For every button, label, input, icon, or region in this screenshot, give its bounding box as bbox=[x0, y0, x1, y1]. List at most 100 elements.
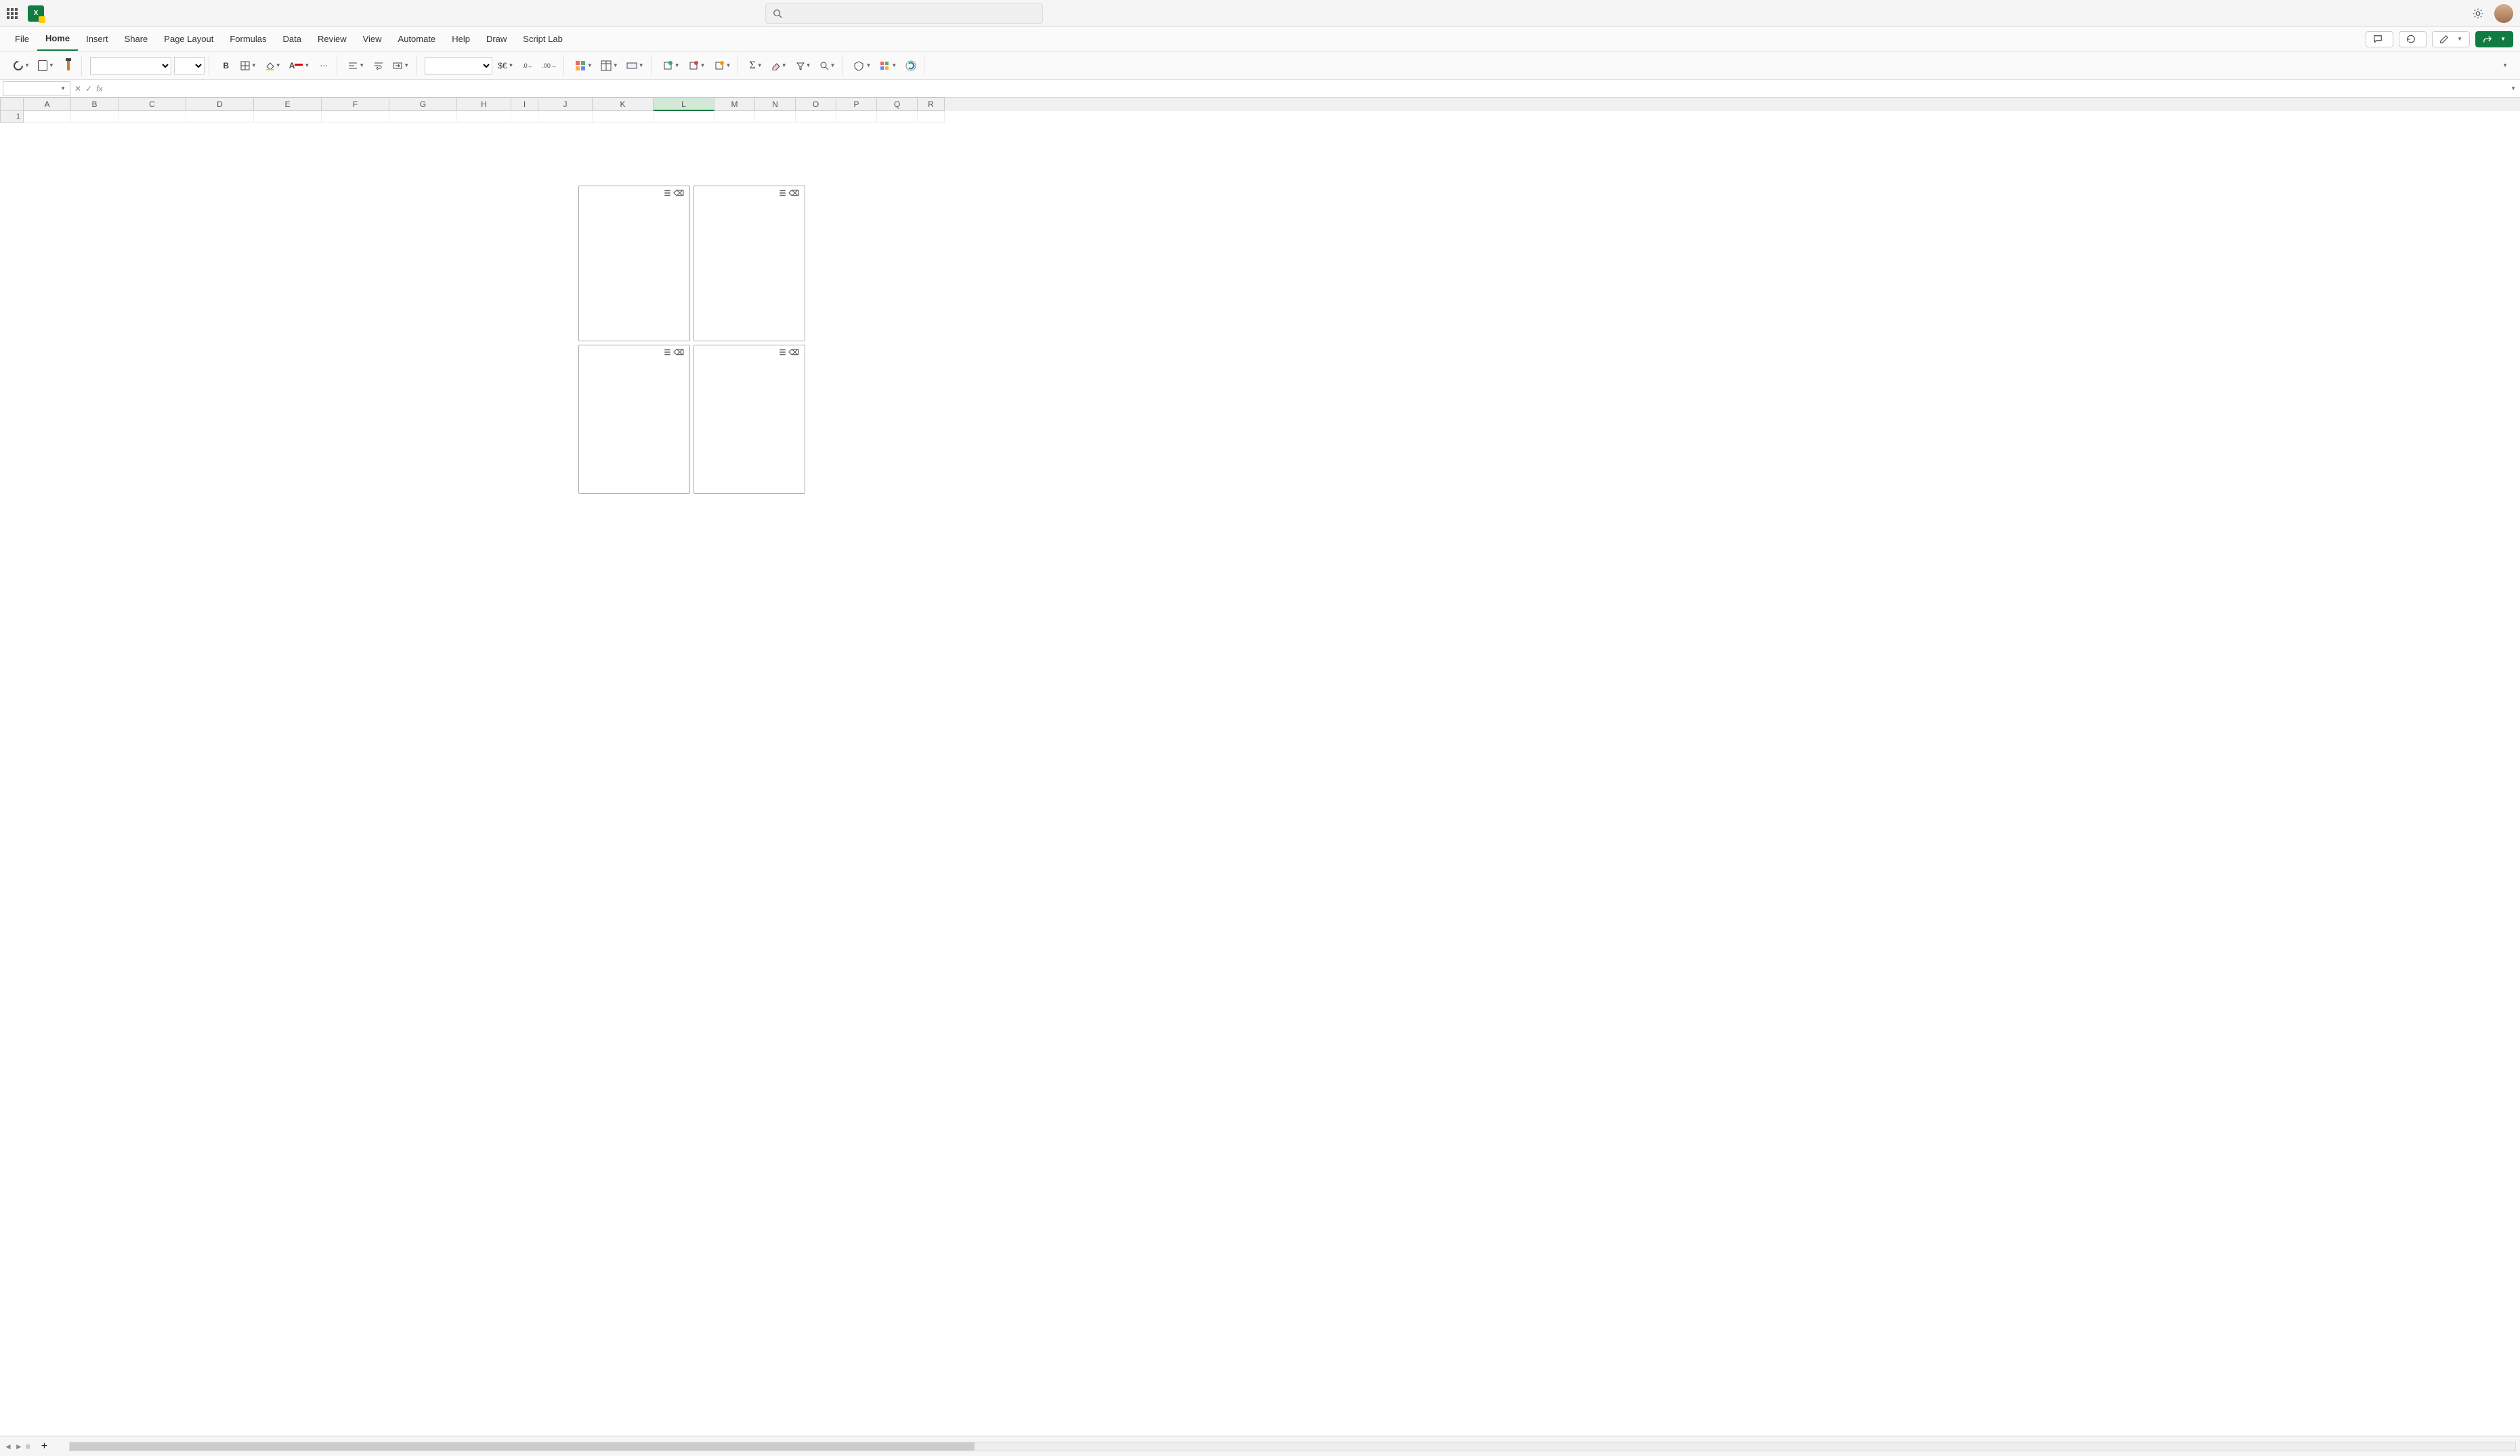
merge-button[interactable]: ▼ bbox=[390, 57, 412, 74]
cell[interactable] bbox=[538, 111, 593, 123]
multiselect-icon[interactable]: ☰ bbox=[780, 189, 786, 198]
clear-button[interactable]: ▼ bbox=[768, 57, 790, 74]
ribbon-tab-review[interactable]: Review bbox=[309, 27, 355, 51]
col-header-E[interactable]: E bbox=[254, 98, 322, 111]
cell[interactable] bbox=[186, 111, 254, 123]
ribbon-tab-automate[interactable]: Automate bbox=[390, 27, 444, 51]
col-header-M[interactable]: M bbox=[714, 98, 755, 111]
col-header-Q[interactable]: Q bbox=[877, 98, 918, 111]
all-sheets-icon[interactable]: ≡ bbox=[26, 1442, 30, 1451]
cell[interactable] bbox=[877, 111, 918, 123]
find-button[interactable]: ▼ bbox=[817, 57, 838, 74]
insert-cells-button[interactable]: ▼ bbox=[660, 57, 683, 74]
ribbon-tab-script-lab[interactable]: Script Lab bbox=[515, 27, 571, 51]
add-sheet-button[interactable]: + bbox=[36, 1440, 53, 1453]
sensitivity-button[interactable]: ▼ bbox=[851, 57, 874, 74]
slicer-customergroup[interactable]: ☰⌫ bbox=[693, 186, 805, 341]
ribbon-tab-draw[interactable]: Draw bbox=[478, 27, 515, 51]
app-launcher-icon[interactable] bbox=[7, 8, 18, 19]
cell[interactable] bbox=[71, 111, 119, 123]
col-header-P[interactable]: P bbox=[836, 98, 877, 111]
search-box[interactable] bbox=[765, 3, 1043, 24]
cell[interactable] bbox=[796, 111, 836, 123]
currency-button[interactable]: $€▼ bbox=[495, 57, 516, 74]
font-family-select[interactable] bbox=[90, 57, 171, 74]
col-header-N[interactable]: N bbox=[755, 98, 796, 111]
cell[interactable] bbox=[24, 111, 71, 123]
cell[interactable] bbox=[836, 111, 877, 123]
ribbon-tab-help[interactable]: Help bbox=[444, 27, 478, 51]
clear-filter-icon[interactable]: ⌫ bbox=[673, 348, 684, 357]
clear-filter-icon[interactable]: ⌫ bbox=[673, 189, 684, 198]
multiselect-icon[interactable]: ☰ bbox=[780, 348, 786, 357]
slicer-department[interactable]: ☰⌫ bbox=[578, 186, 690, 341]
col-header-G[interactable]: G bbox=[389, 98, 457, 111]
borders-button[interactable]: ▼ bbox=[238, 57, 259, 74]
cell[interactable] bbox=[457, 111, 511, 123]
clear-filter-icon[interactable]: ⌫ bbox=[788, 348, 799, 357]
cell[interactable] bbox=[511, 111, 538, 123]
ribbon-tab-file[interactable]: File bbox=[7, 27, 37, 51]
comments-button[interactable] bbox=[2366, 31, 2393, 47]
slicer-account-category[interactable]: ☰⌫ bbox=[578, 345, 690, 494]
paste-button[interactable]: ▼ bbox=[35, 57, 57, 74]
ribbon-tab-share[interactable]: Share bbox=[116, 27, 156, 51]
horizontal-scrollbar[interactable] bbox=[69, 1442, 2516, 1451]
format-cells-button[interactable]: ▼ bbox=[711, 57, 734, 74]
ribbon-tab-page-layout[interactable]: Page Layout bbox=[156, 27, 221, 51]
col-header-A[interactable]: A bbox=[24, 98, 71, 111]
ribbon-tab-home[interactable]: Home bbox=[37, 27, 78, 51]
cell[interactable] bbox=[593, 111, 654, 123]
col-header-O[interactable]: O bbox=[796, 98, 836, 111]
spreadsheet-grid[interactable]: ABCDEFGHIJKLMNOPQR 1 ☰⌫ ☰⌫ ☰⌫ ☰⌫ bbox=[0, 98, 2520, 1436]
cell[interactable] bbox=[322, 111, 389, 123]
next-sheet-icon[interactable]: ► bbox=[15, 1442, 23, 1451]
confirm-formula-icon[interactable]: ✓ bbox=[85, 84, 92, 93]
slicer-account-subcategory[interactable]: ☰⌫ bbox=[693, 345, 805, 494]
search-input[interactable] bbox=[788, 8, 1035, 18]
number-format-select[interactable] bbox=[425, 57, 492, 74]
format-painter-button[interactable] bbox=[60, 57, 77, 74]
cell[interactable] bbox=[755, 111, 796, 123]
more-font-button[interactable]: ⋯ bbox=[315, 57, 333, 74]
font-size-select[interactable] bbox=[174, 57, 205, 74]
col-header-J[interactable]: J bbox=[538, 98, 593, 111]
autosum-button[interactable]: Σ▼ bbox=[746, 57, 765, 74]
cell[interactable] bbox=[389, 111, 457, 123]
ribbon-tab-view[interactable]: View bbox=[355, 27, 390, 51]
fill-color-button[interactable]: ▼ bbox=[262, 57, 284, 74]
col-header-I[interactable]: I bbox=[511, 98, 538, 111]
decrease-decimal-button[interactable]: .0← bbox=[519, 57, 536, 74]
fx-icon[interactable]: fx bbox=[96, 84, 102, 93]
editing-mode-button[interactable]: ▼ bbox=[2432, 31, 2470, 47]
clear-filter-icon[interactable]: ⌫ bbox=[788, 189, 799, 198]
select-all-corner[interactable] bbox=[0, 98, 24, 111]
formula-input[interactable] bbox=[106, 81, 2505, 96]
name-box[interactable]: ▼ bbox=[3, 81, 70, 96]
align-button[interactable]: ▼ bbox=[345, 57, 367, 74]
undo-button[interactable]: ▼ bbox=[11, 57, 33, 74]
col-header-C[interactable]: C bbox=[119, 98, 186, 111]
format-table-button[interactable]: ▼ bbox=[598, 57, 621, 74]
multiselect-icon[interactable]: ☰ bbox=[664, 189, 671, 198]
font-color-button[interactable]: A▼ bbox=[286, 57, 313, 74]
sort-filter-button[interactable]: ▼ bbox=[792, 57, 814, 74]
user-avatar[interactable] bbox=[2494, 4, 2513, 23]
col-header-D[interactable]: D bbox=[186, 98, 254, 111]
cell[interactable] bbox=[714, 111, 755, 123]
copilot-button[interactable] bbox=[902, 57, 920, 74]
expand-formula-icon[interactable]: ▼ bbox=[2506, 85, 2520, 91]
col-header-H[interactable]: H bbox=[457, 98, 511, 111]
row-header[interactable]: 1 bbox=[0, 111, 24, 123]
ribbon-expand-button[interactable]: ▼ bbox=[2496, 57, 2513, 74]
col-header-F[interactable]: F bbox=[322, 98, 389, 111]
col-header-K[interactable]: K bbox=[593, 98, 654, 111]
delete-cells-button[interactable]: ▼ bbox=[685, 57, 708, 74]
conditional-format-button[interactable]: ▼ bbox=[572, 57, 595, 74]
cell[interactable] bbox=[119, 111, 186, 123]
cell[interactable] bbox=[654, 111, 714, 123]
ribbon-tab-insert[interactable]: Insert bbox=[78, 27, 116, 51]
increase-decimal-button[interactable]: .00→ bbox=[539, 57, 559, 74]
ribbon-tab-data[interactable]: Data bbox=[275, 27, 309, 51]
cell[interactable] bbox=[254, 111, 322, 123]
